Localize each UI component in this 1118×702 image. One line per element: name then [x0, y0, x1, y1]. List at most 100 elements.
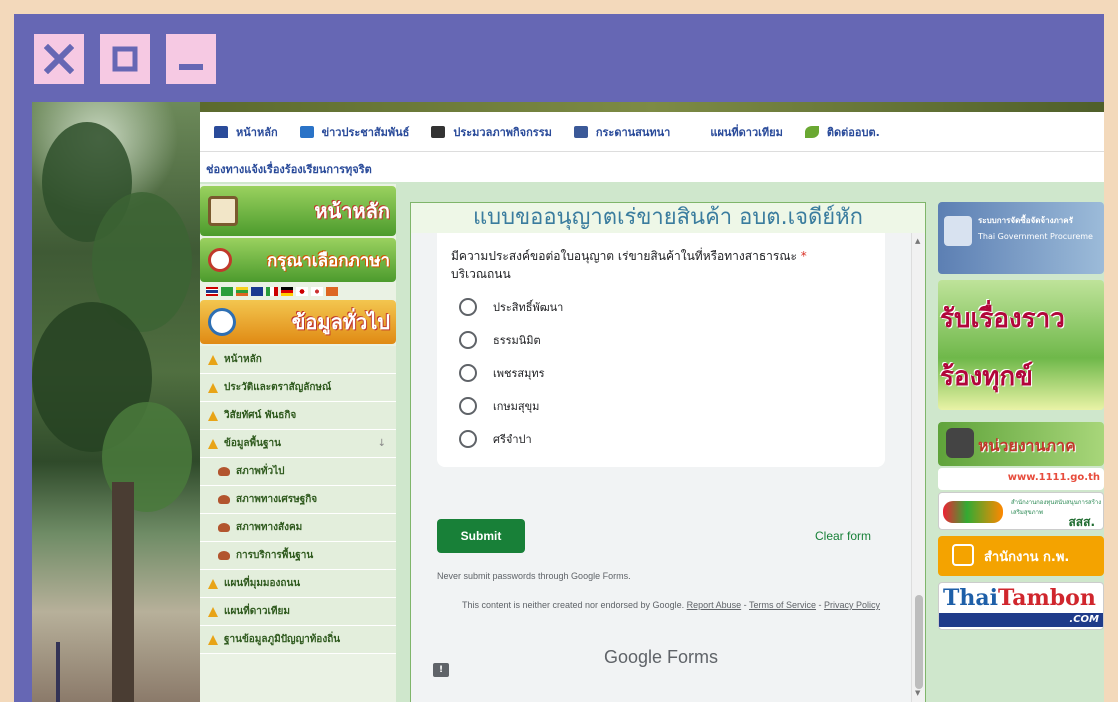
option-3[interactable]: เพชรสมุทร — [459, 364, 871, 382]
sidebar-item-economy[interactable]: สภาพทางเศรษฐกิจ — [200, 486, 396, 514]
agency-banner: หน่วยงานภาค — [938, 422, 1104, 466]
form-title: แบบขออนุญาตเร่ขายสินค้า อบต.เจดีย์หัก — [411, 203, 925, 233]
menu-news[interactable]: ข่าวประชาสัมพันธ์ — [296, 123, 428, 141]
sidebar-item-general[interactable]: สภาพทั่วไป — [200, 458, 396, 486]
minimize-button[interactable] — [166, 34, 216, 84]
form-panel: มีความประสงค์ขอต่อใบอนุญาต เร่ขายสินค้าใ… — [411, 233, 911, 702]
site-header-strip — [200, 102, 1104, 112]
minimize-icon — [179, 64, 203, 70]
flag-thai[interactable] — [206, 286, 218, 296]
terms-link[interactable]: Terms of Service — [749, 600, 816, 610]
triangle-icon — [208, 634, 218, 645]
submit-button[interactable]: Submit — [437, 519, 525, 553]
flag-myanmar[interactable] — [236, 286, 248, 296]
pot-icon — [218, 495, 230, 504]
menu-complaint-channel[interactable]: ช่องทางแจ้งเรื่องร้องเรียนการทุจริต — [200, 152, 1104, 178]
sidebar-item-home[interactable]: หน้าหลัก — [200, 346, 396, 374]
triangle-icon — [208, 410, 218, 421]
sidebar-item-basic-info[interactable]: ข้อมูลพื้นฐาน ↓ — [200, 430, 396, 458]
radio-button[interactable] — [459, 331, 477, 349]
google-forms-logo[interactable]: Google Forms — [411, 647, 911, 668]
required-mark: * — [800, 249, 807, 263]
home-icon — [214, 125, 228, 138]
window-controls — [34, 34, 216, 84]
privacy-link[interactable]: Privacy Policy — [824, 600, 880, 610]
right-sidebar: ระบบการจัดซื้อจัดจ้างภาครั Thai Governme… — [938, 202, 1104, 702]
flag-uk[interactable] — [251, 286, 263, 296]
radio-button[interactable] — [459, 364, 477, 382]
banner-home[interactable]: หน้าหลัก — [200, 186, 396, 236]
globe-icon — [208, 248, 232, 272]
left-sidebar: หน้าหลัก กรุณาเลือกภาษา ข้อมูลทั่วไป หน้… — [200, 184, 396, 702]
link-thaihealth[interactable]: สำนักงานกองทุนสนับสนุนการสร้างเสริมสุขภา… — [938, 492, 1104, 530]
scroll-thumb[interactable] — [915, 595, 923, 689]
flag-korea[interactable] — [311, 286, 323, 296]
menu-forum[interactable]: กระดานสนทนา — [570, 123, 689, 141]
sidebar-item-local-wisdom[interactable]: ฐานข้อมูลภูมิปัญญาท้องถิ่น — [200, 626, 396, 654]
clear-form-link[interactable]: Clear form — [815, 529, 871, 543]
option-5[interactable]: ศรีจำปา — [459, 430, 871, 448]
link-thaitambon[interactable]: ThaiTambon .COM — [938, 582, 1104, 630]
sidebar-item-vision[interactable]: วิสัยทัศน์ พันธกิจ — [200, 402, 396, 430]
password-warning: Never submit passwords through Google Fo… — [437, 571, 631, 581]
feedback-icon[interactable]: ! — [433, 663, 449, 677]
menu-satellite-map[interactable]: แผนที่ดาวเทียม — [688, 123, 801, 141]
menu-home[interactable]: หน้าหลัก — [210, 123, 296, 141]
seal-icon — [944, 216, 972, 246]
facebook-icon — [573, 125, 588, 138]
maximize-icon — [112, 46, 138, 72]
pot-icon — [218, 551, 230, 560]
triangle-icon — [208, 438, 218, 449]
radio-button[interactable] — [459, 298, 477, 316]
procurement-banner[interactable]: ระบบการจัดซื้อจัดจ้างภาครั Thai Governme… — [938, 202, 1104, 274]
option-1[interactable]: ประสิทธิ์พัฒนา — [459, 298, 871, 316]
disclaimer: This content is neither created nor endo… — [461, 600, 881, 610]
flag-germany[interactable] — [281, 286, 293, 296]
triangle-icon — [208, 606, 218, 617]
pot-icon — [218, 467, 230, 476]
sidebar-item-satellite-map[interactable]: แผนที่ดาวเทียม — [200, 598, 396, 626]
form-scrollbar[interactable]: ▲ ▼ — [911, 233, 925, 702]
scroll-up-icon[interactable]: ▲ — [915, 237, 920, 245]
leaf-icon — [804, 125, 819, 138]
house-icon — [208, 196, 238, 226]
scroll-down-icon[interactable]: ▼ — [915, 689, 920, 697]
banner-general-info: ข้อมูลทั่วไป — [200, 300, 396, 344]
sidebar-item-history[interactable]: ประวัติและตราสัญลักษณ์ — [200, 374, 396, 402]
close-icon — [44, 44, 74, 74]
option-4[interactable]: เกษมสุขุม — [459, 397, 871, 415]
option-2[interactable]: ธรรมนิมิต — [459, 331, 871, 349]
sidebar-nav: หน้าหลัก ประวัติและตราสัญลักษณ์ วิสัยทัศ… — [200, 346, 396, 654]
report-abuse-link[interactable]: Report Abuse — [687, 600, 742, 610]
flag-brazil[interactable] — [221, 286, 233, 296]
banner-language: กรุณาเลือกภาษา — [200, 238, 396, 282]
question-text: มีความประสงค์ขอต่อใบอนุญาต เร่ขายสินค้าใ… — [451, 249, 807, 281]
triangle-icon — [208, 578, 218, 589]
background-photo — [32, 102, 200, 702]
sidebar-item-society[interactable]: สภาพทางสังคม — [200, 514, 396, 542]
garuda-icon — [946, 428, 974, 458]
flag-vietnam[interactable] — [326, 286, 338, 296]
embedded-form: แบบขออนุญาตเร่ขายสินค้า อบต.เจดีย์หัก มี… — [410, 202, 926, 702]
flag-italy[interactable] — [266, 286, 278, 296]
sidebar-item-street-view[interactable]: แผนที่มุมมองถนน — [200, 570, 396, 598]
radio-button[interactable] — [459, 397, 477, 415]
link-1111[interactable]: www.1111.go.th — [938, 468, 1104, 490]
arrow-down-icon: ↓ — [377, 438, 386, 449]
window-frame: หน้าหลัก ข่าวประชาสัมพันธ์ ประมวลภาพกิจก… — [14, 14, 1104, 702]
menu-gallery[interactable]: ประมวลภาพกิจกรรม — [427, 123, 569, 141]
complaint-banner[interactable]: รับเรื่องราว ร้องทุกข์ — [938, 280, 1104, 410]
megaphone-icon — [299, 125, 314, 138]
link-ocsc[interactable]: สำนักงาน ก.พ. — [938, 536, 1104, 576]
radio-button[interactable] — [459, 430, 477, 448]
flag-japan[interactable] — [296, 286, 308, 296]
triangle-icon — [208, 354, 218, 365]
maximize-button[interactable] — [100, 34, 150, 84]
menu-contact[interactable]: ติดต่ออบต. — [801, 123, 898, 141]
thaihealth-logo — [943, 501, 1003, 523]
thaitambon-logo: ThaiTambon — [943, 585, 1096, 611]
sidebar-item-services[interactable]: การบริการพื้นฐาน — [200, 542, 396, 570]
ocsc-icon — [952, 544, 974, 566]
badge-icon — [208, 308, 236, 336]
close-button[interactable] — [34, 34, 84, 84]
